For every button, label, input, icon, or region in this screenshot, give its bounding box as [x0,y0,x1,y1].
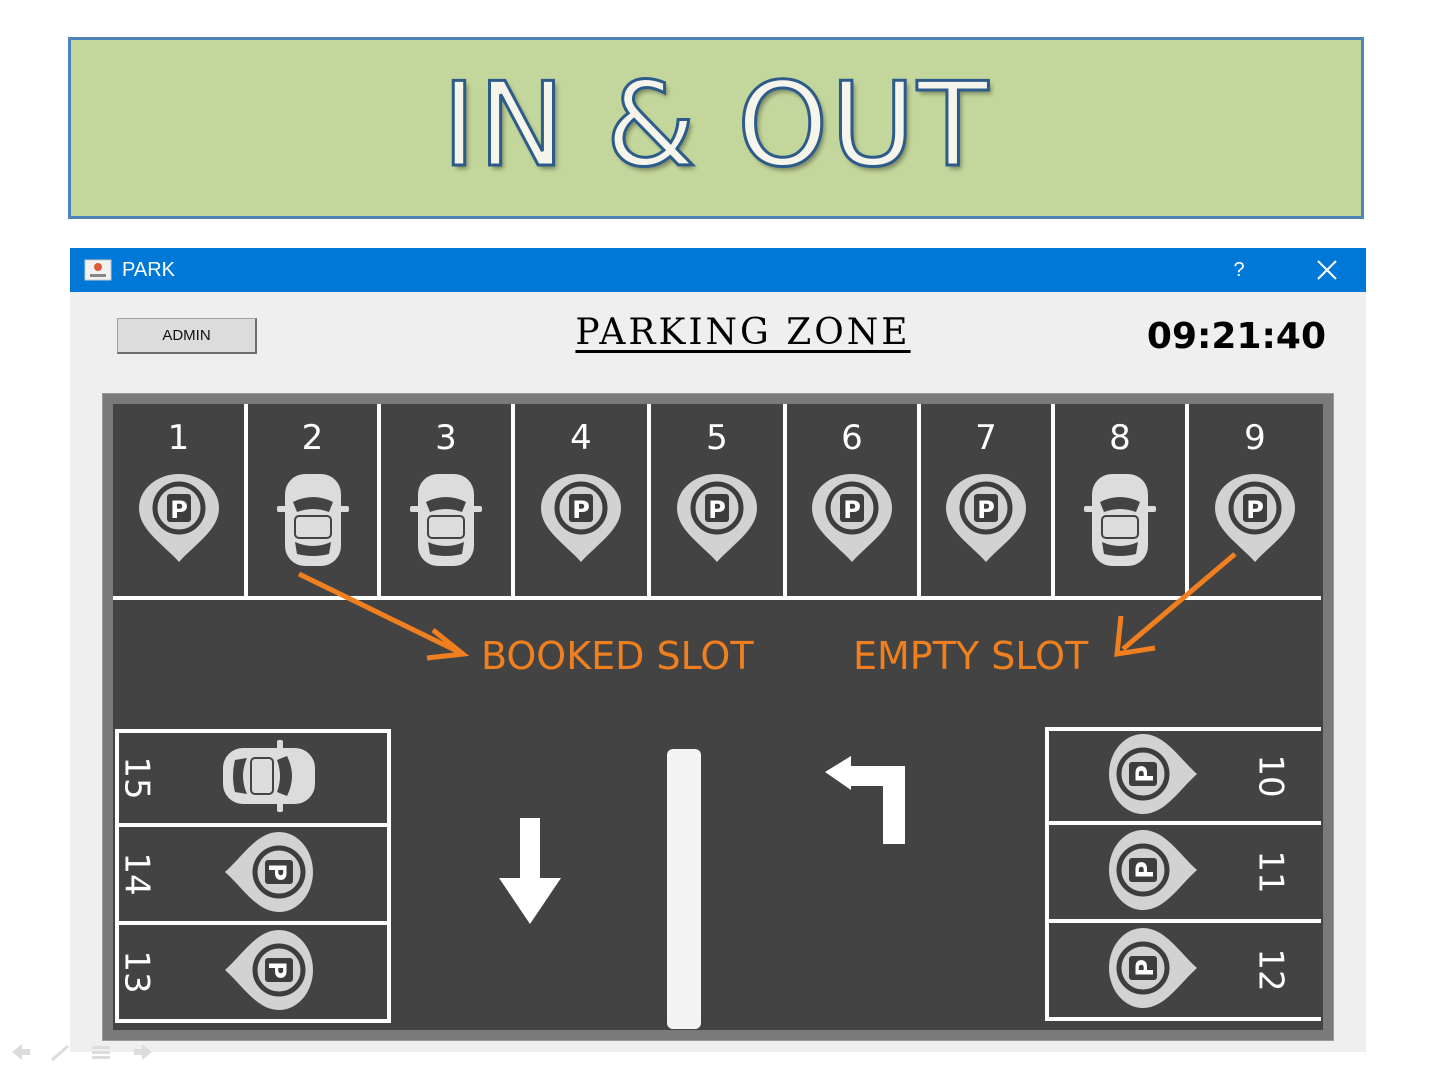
parking-lot: 1P234P5P6P7P89P 15 14 P 13 P 10 P 11 P 12 P BOOKE… [102,393,1334,1041]
window-titlebar: PARK ? [70,248,1366,292]
title-banner: IN & OUT [68,37,1364,219]
admin-button[interactable]: ADMIN [117,318,257,354]
slide-nav-controls[interactable] [8,1040,158,1064]
page-title: PARKING ZONE [575,312,911,353]
window-title: PARK [122,259,175,281]
close-icon[interactable] [1312,256,1342,284]
empty-slot-label: EMPTY SLOT [853,634,1089,678]
app-icon [84,259,112,281]
help-button[interactable]: ? [1226,256,1252,284]
banner-title: IN & OUT [440,58,991,193]
annotation-arrows [297,552,1237,661]
clock-display: 09:21:40 [1146,316,1326,357]
park-window: PARK ? ADMIN PARKING ZONE 09:21:40 1P234… [70,248,1366,1052]
booked-slot-label: BOOKED SLOT [481,634,754,678]
